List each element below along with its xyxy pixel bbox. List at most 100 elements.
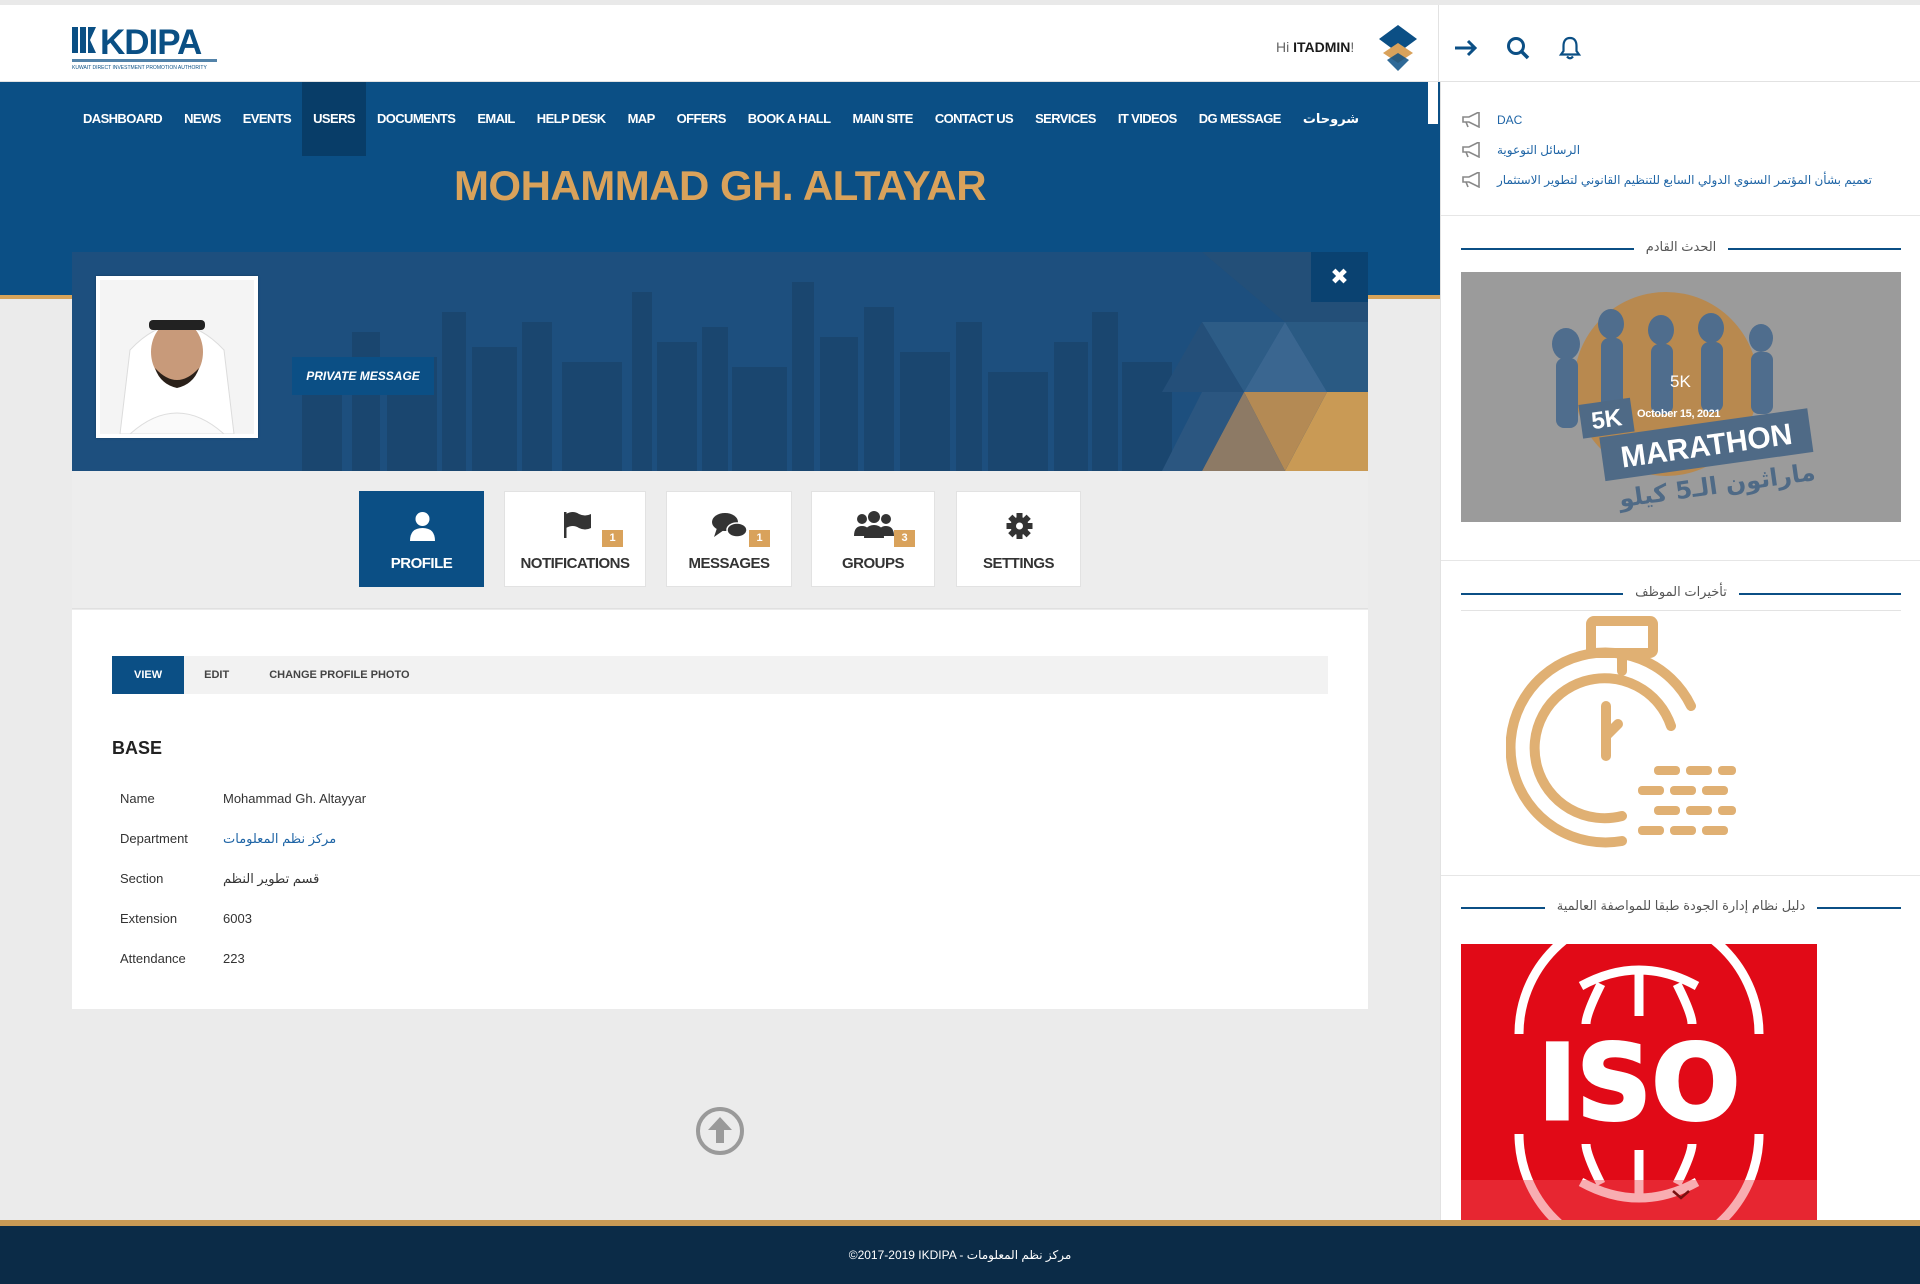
heading-text: الحدث القادم xyxy=(1461,239,1901,255)
groups-badge: 3 xyxy=(894,530,915,547)
close-icon[interactable]: ✖ xyxy=(1311,252,1368,302)
profile-avatar[interactable] xyxy=(96,276,258,438)
logo-mark-icon xyxy=(72,27,96,53)
tab-messages[interactable]: 1 MESSAGES xyxy=(666,491,792,587)
svg-text:5K: 5K xyxy=(1590,404,1625,435)
announcement-item[interactable]: DAC xyxy=(1461,112,1522,128)
band-gap xyxy=(1428,82,1438,124)
announcements-block: DAC الرسائل التوعوية تعميم بشأن المؤتمر … xyxy=(1441,82,1920,216)
iso-text: ISO xyxy=(1538,1022,1740,1144)
right-sidebar: DAC الرسائل التوعوية تعميم بشأن المؤتمر … xyxy=(1440,82,1920,1220)
nav-item-dg-message[interactable]: DG MESSAGE xyxy=(1188,82,1292,156)
user-avatar-icon[interactable] xyxy=(1379,25,1417,71)
announcement-item[interactable]: الرسائل التوعوية xyxy=(1461,142,1580,158)
nav-item-contact-us[interactable]: CONTACT US xyxy=(924,82,1024,156)
gear-icon xyxy=(1006,513,1033,539)
field-value: Mohammad Gh. Altayyar xyxy=(223,791,367,806)
nav-item-documents[interactable]: DOCUMENTS xyxy=(366,82,466,156)
bell-icon[interactable] xyxy=(1557,35,1583,61)
main-nav: DASHBOARD NEWS EVENTS USERS DOCUMENTS EM… xyxy=(72,82,1370,156)
nav-item-help-desk[interactable]: HELP DESK xyxy=(526,82,617,156)
quality-manual-heading: دليل نظام إدارة الجودة طبقا للمواصفة الع… xyxy=(1461,897,1901,917)
header-divider xyxy=(1438,5,1439,87)
profile-banner: PRIVATE MESSAGE ✖ xyxy=(72,252,1368,471)
logo-divider xyxy=(72,59,217,62)
tab-label: SETTINGS xyxy=(982,555,1055,572)
field-label: Department xyxy=(120,831,188,846)
nav-item-news[interactable]: NEWS xyxy=(173,82,232,156)
nav-item-services[interactable]: SERVICES xyxy=(1024,82,1107,156)
tab-label: GROUPS xyxy=(841,555,905,572)
heading-text: دليل نظام إدارة الجودة طبقا للمواصفة الع… xyxy=(1461,898,1901,914)
field-label: Attendance xyxy=(120,951,186,966)
nav-item-main-site[interactable]: MAIN SITE xyxy=(842,82,924,156)
scroll-to-top-icon[interactable] xyxy=(694,1105,746,1157)
tab-label: NOTIFICATIONS xyxy=(520,555,630,572)
logout-arrow-icon[interactable] xyxy=(1453,35,1479,61)
field-label: Name xyxy=(120,791,155,806)
tab-notifications[interactable]: 1 NOTIFICATIONS xyxy=(504,491,646,587)
divider xyxy=(1461,610,1901,611)
nav-item-map[interactable]: MAP xyxy=(617,82,666,156)
field-label: Extension xyxy=(120,911,178,926)
event-distance: 5K xyxy=(1670,372,1691,391)
nav-item-it-videos[interactable]: IT VIDEOS xyxy=(1107,82,1188,156)
profile-content: VIEW EDIT CHANGE PROFILE PHOTO BASE Name… xyxy=(72,610,1368,1009)
profile-tabs-area: PROFILE 1 NOTIFICATIONS 1 MESSAGES 3 GRO… xyxy=(72,471,1368,609)
heading-text: تأخيرات الموظف xyxy=(1461,584,1901,600)
nav-item-book-a-hall[interactable]: BOOK A HALL xyxy=(737,82,842,156)
megaphone-icon xyxy=(1462,112,1480,128)
marathon-poster-image: MARATHON ماراثون الـ5 كيلو 5K xyxy=(1461,272,1901,522)
subtab-view[interactable]: VIEW xyxy=(112,656,185,694)
nav-item-email[interactable]: EMAIL xyxy=(466,82,525,156)
announcement-item[interactable]: تعميم بشأن المؤتمر السنوي الدولي السابع … xyxy=(1461,172,1872,188)
stopwatch-icon[interactable] xyxy=(1506,616,1746,866)
nav-item-events[interactable]: EVENTS xyxy=(232,82,302,156)
department-link[interactable]: مركز نظم المعلومات xyxy=(223,831,336,847)
staff-delays-heading: تأخيرات الموظف xyxy=(1461,583,1901,603)
staff-delays-block: تأخيرات الموظف xyxy=(1441,561,1920,876)
search-icon[interactable] xyxy=(1505,35,1531,61)
tab-groups[interactable]: 3 GROUPS xyxy=(811,491,935,587)
iso-manual-image[interactable]: ISO xyxy=(1461,944,1817,1220)
megaphone-icon xyxy=(1462,172,1480,188)
subtab-edit[interactable]: EDIT xyxy=(184,656,249,694)
upcoming-event-block: الحدث القادم MARATHON ماراثون الـ5 كيلو xyxy=(1441,216,1920,561)
field-label: Section xyxy=(120,871,164,886)
messages-badge: 1 xyxy=(749,530,770,547)
footer: ©2017-2019 IKDIPA - مركز نظم المعلومات xyxy=(0,1226,1920,1284)
chat-bubbles-icon xyxy=(712,513,748,538)
kdipa-logo[interactable]: KDIPA KUWAIT DIRECT INVESTMENT PROMOTION… xyxy=(72,23,222,71)
city-skyline-background xyxy=(72,252,1368,471)
tab-settings[interactable]: SETTINGS xyxy=(956,491,1081,587)
nav-item-dashboard[interactable]: DASHBOARD xyxy=(72,82,173,156)
field-value: 223 xyxy=(223,951,245,966)
announcement-text: DAC xyxy=(1497,113,1523,127)
logo-text: KDIPA xyxy=(100,23,202,62)
nav-item-users[interactable]: USERS xyxy=(302,82,366,156)
nav-item-tutorials[interactable]: شروحات xyxy=(1292,82,1370,156)
field-value: 6003 xyxy=(223,911,252,926)
chevron-down-icon[interactable] xyxy=(1670,1188,1692,1202)
announcement-text: تعميم بشأن المؤتمر السنوي الدولي السابع … xyxy=(1497,173,1873,187)
event-poster[interactable]: MARATHON ماراثون الـ5 كيلو 5K 5K October… xyxy=(1461,272,1901,522)
nav-item-offers[interactable]: OFFERS xyxy=(666,82,737,156)
username: ITADMIN xyxy=(1293,39,1351,55)
flag-icon xyxy=(564,512,591,538)
profile-photo xyxy=(100,280,254,434)
group-users-icon xyxy=(854,511,894,538)
tab-profile[interactable]: PROFILE xyxy=(359,491,484,587)
subtab-change-profile-photo[interactable]: CHANGE PROFILE PHOTO xyxy=(249,656,429,694)
private-message-button[interactable]: PRIVATE MESSAGE xyxy=(292,357,434,395)
megaphone-icon xyxy=(1462,142,1480,158)
tab-label: MESSAGES xyxy=(688,555,770,572)
top-header: KDIPA KUWAIT DIRECT INVESTMENT PROMOTION… xyxy=(0,0,1920,87)
announcement-text: الرسائل التوعوية xyxy=(1497,143,1581,157)
profile-subtabs: VIEW EDIT CHANGE PROFILE PHOTO xyxy=(112,656,1328,694)
notifications-badge: 1 xyxy=(602,530,623,547)
greeting-suffix: ! xyxy=(1350,39,1355,55)
tab-label: PROFILE xyxy=(390,555,453,572)
user-icon xyxy=(410,512,435,541)
iso-globe-logo: ISO xyxy=(1461,944,1817,1220)
field-value: قسم تطوير النظم xyxy=(223,871,320,886)
